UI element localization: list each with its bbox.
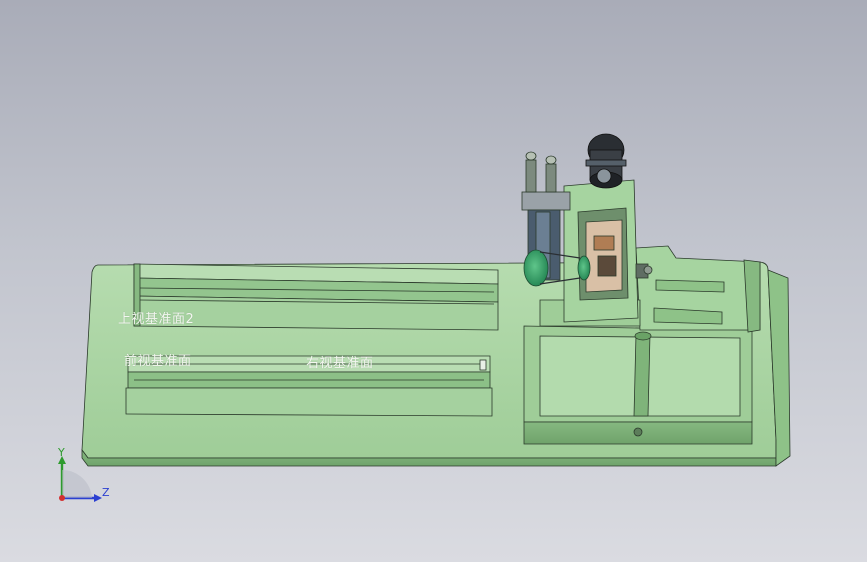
datum-plane-label-3[interactable]: 右视基准面 (306, 352, 374, 371)
pulley-right[interactable] (577, 255, 591, 281)
datum-plane-label-2[interactable]: 前视基准面 (124, 350, 192, 369)
pulley-left[interactable] (523, 249, 549, 287)
back-frame[interactable] (635, 245, 761, 333)
drive-motor[interactable] (585, 133, 627, 189)
triad-z-label: Z (102, 486, 110, 499)
datum-plane-label-1[interactable]: 上视基准面2 (118, 308, 194, 327)
collection-tray[interactable] (523, 325, 753, 445)
cad-viewport[interactable] (0, 0, 867, 562)
triad-y-label: Y (58, 446, 65, 459)
